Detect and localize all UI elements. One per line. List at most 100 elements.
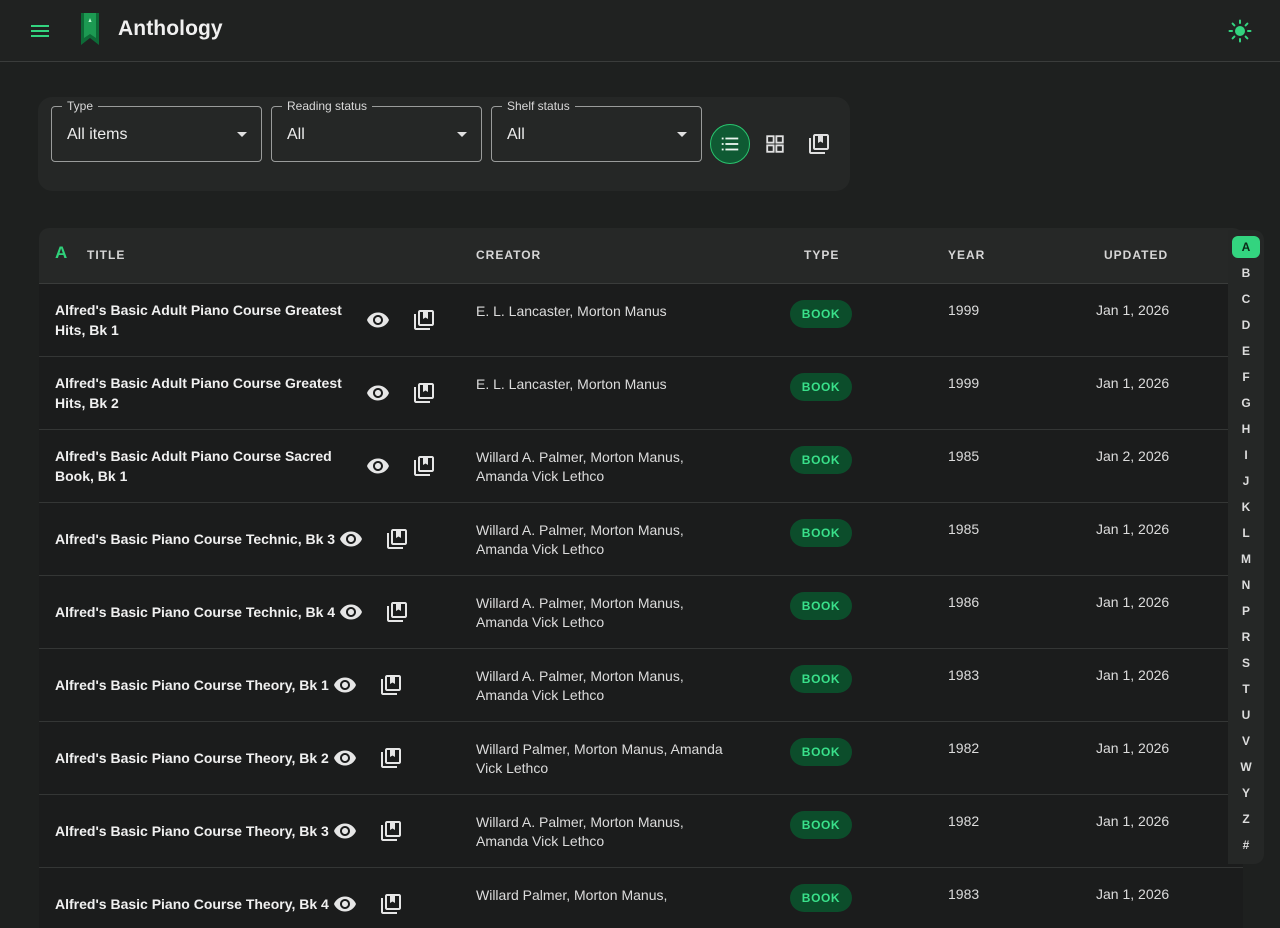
shelf-status-label: Shelf status <box>502 99 575 113</box>
library-icon[interactable] <box>385 600 409 624</box>
type-badge[interactable]: BOOK <box>790 446 852 474</box>
alpha-letter[interactable]: K <box>1232 496 1260 518</box>
grid-view-icon <box>766 135 784 153</box>
alpha-letter[interactable]: J <box>1232 470 1260 492</box>
reading-status-select[interactable]: Reading status All <box>271 99 482 162</box>
app-title: Anthology <box>118 17 223 40</box>
alpha-letter[interactable]: A <box>1232 236 1260 258</box>
header-creator[interactable]: CREATOR <box>476 248 541 262</box>
alpha-letter[interactable]: H <box>1232 418 1260 440</box>
table-row[interactable]: Alfred's Basic Adult Piano Course Sacred… <box>39 430 1243 503</box>
header-updated[interactable]: UPDATED <box>1104 248 1168 262</box>
type-badge[interactable]: BOOK <box>790 519 852 547</box>
alpha-letter[interactable]: Z <box>1232 808 1260 830</box>
alpha-letter[interactable]: T <box>1232 678 1260 700</box>
table-row[interactable]: Alfred's Basic Piano Course Theory, Bk 4… <box>39 868 1243 928</box>
row-title[interactable]: Alfred's Basic Piano Course Theory, Bk 1 <box>55 675 329 695</box>
row-title[interactable]: Alfred's Basic Piano Course Theory, Bk 2 <box>55 748 329 768</box>
alpha-letter[interactable]: L <box>1232 522 1260 544</box>
table-row[interactable]: Alfred's Basic Adult Piano Course Greate… <box>39 357 1243 430</box>
type-badge[interactable]: BOOK <box>790 592 852 620</box>
table-row[interactable]: Alfred's Basic Piano Course Theory, Bk 1… <box>39 649 1243 722</box>
eye-icon[interactable] <box>366 454 390 478</box>
table-header: A TITLE CREATOR TYPE YEAR UPDATED <box>39 228 1243 284</box>
row-updated: Jan 1, 2026 <box>1096 521 1170 537</box>
row-title[interactable]: Alfred's Basic Piano Course Theory, Bk 3 <box>55 821 329 841</box>
alpha-letter[interactable]: R <box>1232 626 1260 648</box>
shelf-view-button[interactable] <box>799 124 839 164</box>
table-row[interactable]: Alfred's Basic Piano Course Technic, Bk … <box>39 503 1243 576</box>
alpha-letter[interactable]: N <box>1232 574 1260 596</box>
row-year: 1983 <box>948 667 980 683</box>
alpha-letter[interactable]: D <box>1232 314 1260 336</box>
table-row[interactable]: Alfred's Basic Piano Course Theory, Bk 2… <box>39 722 1243 795</box>
dropdown-arrow-icon <box>237 132 247 137</box>
library-icon[interactable] <box>412 454 436 478</box>
alpha-letter[interactable]: # <box>1232 834 1260 856</box>
eye-icon[interactable] <box>333 673 357 697</box>
menu-icon[interactable] <box>28 19 52 43</box>
eye-icon[interactable] <box>333 819 357 843</box>
list-view-button[interactable] <box>710 124 750 164</box>
dropdown-arrow-icon <box>677 132 687 137</box>
sun-icon[interactable] <box>1228 19 1252 43</box>
eye-icon[interactable] <box>339 527 363 551</box>
shelf-status-select[interactable]: Shelf status All <box>491 99 702 162</box>
row-creator: Willard A. Palmer, Morton Manus, Amanda … <box>476 449 684 484</box>
library-icon[interactable] <box>385 527 409 551</box>
alpha-letter[interactable]: F <box>1232 366 1260 388</box>
library-icon[interactable] <box>412 308 436 332</box>
alpha-letter[interactable]: G <box>1232 392 1260 414</box>
row-title[interactable]: Alfred's Basic Adult Piano Course Greate… <box>55 300 345 340</box>
row-updated: Jan 1, 2026 <box>1096 302 1170 318</box>
type-badge[interactable]: BOOK <box>790 665 852 693</box>
eye-icon[interactable] <box>333 746 357 770</box>
alpha-letter[interactable]: P <box>1232 600 1260 622</box>
row-title[interactable]: Alfred's Basic Piano Course Technic, Bk … <box>55 529 335 549</box>
row-creator: Willard A. Palmer, Morton Manus, Amanda … <box>476 668 684 703</box>
library-icon[interactable] <box>379 819 403 843</box>
list-view-icon <box>721 137 739 151</box>
alpha-letter[interactable]: Y <box>1232 782 1260 804</box>
eye-icon[interactable] <box>333 892 357 916</box>
alpha-letter[interactable]: S <box>1232 652 1260 674</box>
grid-view-button[interactable] <box>755 124 795 164</box>
library-icon[interactable] <box>412 381 436 405</box>
library-icon[interactable] <box>379 746 403 770</box>
type-select-label: Type <box>62 99 99 113</box>
header-title[interactable]: TITLE <box>87 248 125 262</box>
type-badge[interactable]: BOOK <box>790 300 852 328</box>
type-badge[interactable]: BOOK <box>790 738 852 766</box>
table-row[interactable]: Alfred's Basic Adult Piano Course Greate… <box>39 284 1243 357</box>
alpha-letter[interactable]: E <box>1232 340 1260 362</box>
reading-status-label: Reading status <box>282 99 373 113</box>
header-type[interactable]: TYPE <box>804 248 839 262</box>
eye-icon[interactable] <box>366 381 390 405</box>
row-title[interactable]: Alfred's Basic Adult Piano Course Sacred… <box>55 446 340 486</box>
sort-letter[interactable]: A <box>55 243 67 263</box>
type-badge[interactable]: BOOK <box>790 884 852 912</box>
type-select[interactable]: Type All items <box>51 99 262 162</box>
alpha-letter[interactable]: U <box>1232 704 1260 726</box>
table-row[interactable]: Alfred's Basic Piano Course Technic, Bk … <box>39 576 1243 649</box>
library-icon[interactable] <box>379 673 403 697</box>
alpha-letter[interactable]: W <box>1232 756 1260 778</box>
shelf-status-value: All <box>507 126 525 143</box>
row-updated: Jan 2, 2026 <box>1096 448 1170 464</box>
table-row[interactable]: Alfred's Basic Piano Course Theory, Bk 3… <box>39 795 1243 868</box>
row-year: 1985 <box>948 521 980 537</box>
alpha-letter[interactable]: M <box>1232 548 1260 570</box>
header-year[interactable]: YEAR <box>948 248 985 262</box>
row-title[interactable]: Alfred's Basic Adult Piano Course Greate… <box>55 373 345 413</box>
alpha-letter[interactable]: B <box>1232 262 1260 284</box>
type-badge[interactable]: BOOK <box>790 373 852 401</box>
eye-icon[interactable] <box>366 308 390 332</box>
type-badge[interactable]: BOOK <box>790 811 852 839</box>
eye-icon[interactable] <box>339 600 363 624</box>
row-title[interactable]: Alfred's Basic Piano Course Technic, Bk … <box>55 602 335 622</box>
row-title[interactable]: Alfred's Basic Piano Course Theory, Bk 4 <box>55 894 329 914</box>
alpha-letter[interactable]: I <box>1232 444 1260 466</box>
alpha-letter[interactable]: C <box>1232 288 1260 310</box>
library-icon[interactable] <box>379 892 403 916</box>
alpha-letter[interactable]: V <box>1232 730 1260 752</box>
